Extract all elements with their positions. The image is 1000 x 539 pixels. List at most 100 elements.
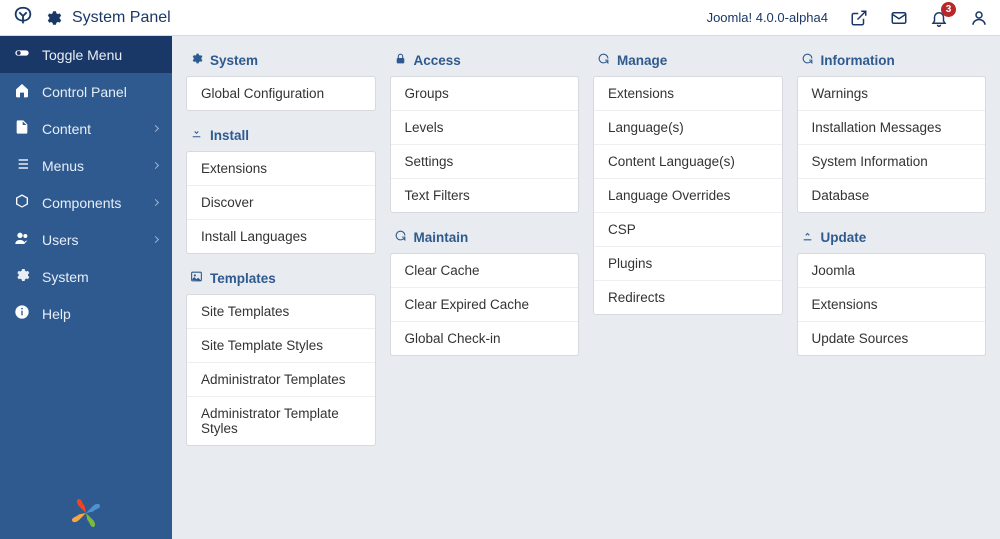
section-head-update: Update bbox=[797, 213, 987, 253]
topbar-left: System Panel bbox=[12, 5, 707, 30]
list-item[interactable]: Database bbox=[798, 179, 986, 212]
topbar: System Panel Joomla! 4.0.0-alpha4 3 bbox=[0, 0, 1000, 36]
card-manage: ExtensionsLanguage(s)Content Language(s)… bbox=[593, 76, 783, 315]
file-icon bbox=[14, 119, 30, 138]
chevron-right-icon bbox=[152, 125, 159, 132]
card-install: ExtensionsDiscoverInstall Languages bbox=[186, 151, 376, 254]
content: System Global Configuration Install Extensi… bbox=[172, 36, 1000, 539]
sidebar-item-system[interactable]: System bbox=[0, 258, 172, 295]
cube-icon bbox=[14, 193, 30, 212]
list-item[interactable]: Plugins bbox=[594, 247, 782, 281]
section-title: Templates bbox=[210, 271, 276, 286]
card-access: GroupsLevelsSettingsText Filters bbox=[390, 76, 580, 213]
list-item[interactable]: Clear Expired Cache bbox=[391, 288, 579, 322]
section-head-install: Install bbox=[186, 111, 376, 151]
sidebar-item-label: Control Panel bbox=[42, 84, 158, 100]
list-item[interactable]: Extensions bbox=[594, 77, 782, 111]
list-item[interactable]: Extensions bbox=[187, 152, 375, 186]
section-head-maintain: Maintain bbox=[390, 213, 580, 253]
list-item[interactable]: Language Overrides bbox=[594, 179, 782, 213]
version-label[interactable]: Joomla! 4.0.0-alpha4 bbox=[707, 10, 828, 25]
list-item[interactable]: Text Filters bbox=[391, 179, 579, 212]
section-title: Install bbox=[210, 128, 249, 143]
section-title: Maintain bbox=[414, 230, 469, 245]
list-item[interactable]: Global Check-in bbox=[391, 322, 579, 355]
gear-icon bbox=[190, 52, 203, 68]
card-system: Global Configuration bbox=[186, 76, 376, 111]
user-icon[interactable] bbox=[970, 9, 988, 27]
list-item[interactable]: Content Language(s) bbox=[594, 145, 782, 179]
list-item[interactable]: Install Languages bbox=[187, 220, 375, 253]
refresh-icon bbox=[394, 229, 407, 245]
mail-icon[interactable] bbox=[890, 9, 908, 27]
sidebar-item-label: Help bbox=[42, 306, 158, 322]
list-item[interactable]: Warnings bbox=[798, 77, 986, 111]
sidebar-item-control-panel[interactable]: Control Panel bbox=[0, 73, 172, 110]
card-update: JoomlaExtensionsUpdate Sources bbox=[797, 253, 987, 356]
sidebar-item-label: Toggle Menu bbox=[42, 47, 158, 63]
layout: Toggle Menu Control Panel Content Menus Comp… bbox=[0, 36, 1000, 539]
list-item[interactable]: Administrator Templates bbox=[187, 363, 375, 397]
sidebar-item-label: Menus bbox=[42, 158, 141, 174]
list-item[interactable]: Groups bbox=[391, 77, 579, 111]
section-head-manage: Manage bbox=[593, 36, 783, 76]
list-item[interactable]: Discover bbox=[187, 186, 375, 220]
download-icon bbox=[190, 127, 203, 143]
sidebar-item-toggle-menu[interactable]: Toggle Menu bbox=[0, 36, 172, 73]
image-icon bbox=[190, 270, 203, 286]
sidebar-item-menus[interactable]: Menus bbox=[0, 147, 172, 184]
list-item[interactable]: Global Configuration bbox=[187, 77, 375, 110]
section-head-access: Access bbox=[390, 36, 580, 76]
chevron-right-icon bbox=[152, 162, 159, 169]
list-item[interactable]: Installation Messages bbox=[798, 111, 986, 145]
page-title: System Panel bbox=[72, 9, 171, 27]
lock-icon bbox=[394, 52, 407, 68]
column-3: Information WarningsInstallation Messages… bbox=[797, 36, 987, 525]
sidebar-item-users[interactable]: Users bbox=[0, 221, 172, 258]
chevron-right-icon bbox=[152, 236, 159, 243]
list-item[interactable]: Joomla bbox=[798, 254, 986, 288]
bell-icon[interactable]: 3 bbox=[930, 9, 948, 27]
joomla-logo-icon bbox=[12, 5, 34, 30]
section-head-templates: Templates bbox=[186, 254, 376, 294]
sidebar-item-help[interactable]: Help bbox=[0, 295, 172, 332]
list-item[interactable]: Extensions bbox=[798, 288, 986, 322]
column-0: System Global Configuration Install Extensi… bbox=[186, 36, 376, 525]
section-title: Information bbox=[821, 53, 895, 68]
list-item[interactable]: Clear Cache bbox=[391, 254, 579, 288]
list-item[interactable]: CSP bbox=[594, 213, 782, 247]
list-item[interactable]: Levels bbox=[391, 111, 579, 145]
upload-icon bbox=[801, 229, 814, 245]
column-2: Manage ExtensionsLanguage(s)Content Langu… bbox=[593, 36, 783, 525]
section-title: System bbox=[210, 53, 258, 68]
list-item[interactable]: Redirects bbox=[594, 281, 782, 314]
sidebar-item-components[interactable]: Components bbox=[0, 184, 172, 221]
list-item[interactable]: Settings bbox=[391, 145, 579, 179]
list-icon bbox=[14, 156, 30, 175]
section-title: Update bbox=[821, 230, 867, 245]
list-item[interactable]: Site Templates bbox=[187, 295, 375, 329]
list-item[interactable]: System Information bbox=[798, 145, 986, 179]
section-head-system: System bbox=[186, 36, 376, 76]
sidebar-item-content[interactable]: Content bbox=[0, 110, 172, 147]
list-item[interactable]: Language(s) bbox=[594, 111, 782, 145]
sidebar-item-label: Users bbox=[42, 232, 141, 248]
chevron-right-icon bbox=[152, 199, 159, 206]
toggle-icon bbox=[14, 45, 30, 64]
section-title: Manage bbox=[617, 53, 667, 68]
external-link-icon[interactable] bbox=[850, 9, 868, 27]
refresh-icon bbox=[801, 52, 814, 68]
topbar-right: Joomla! 4.0.0-alpha4 3 bbox=[707, 9, 988, 27]
list-item[interactable]: Site Template Styles bbox=[187, 329, 375, 363]
section-title: Access bbox=[414, 53, 461, 68]
card-maintain: Clear CacheClear Expired CacheGlobal Che… bbox=[390, 253, 580, 356]
list-item[interactable]: Administrator Template Styles bbox=[187, 397, 375, 445]
list-item[interactable]: Update Sources bbox=[798, 322, 986, 355]
sidebar-item-label: System bbox=[42, 269, 158, 285]
card-templates: Site TemplatesSite Template StylesAdmini… bbox=[186, 294, 376, 446]
sidebar-item-label: Components bbox=[42, 195, 141, 211]
sidebar: Toggle Menu Control Panel Content Menus Comp… bbox=[0, 36, 172, 539]
column-1: Access GroupsLevelsSettingsText Filters Ma… bbox=[390, 36, 580, 525]
section-head-information: Information bbox=[797, 36, 987, 76]
notification-badge: 3 bbox=[941, 2, 956, 17]
